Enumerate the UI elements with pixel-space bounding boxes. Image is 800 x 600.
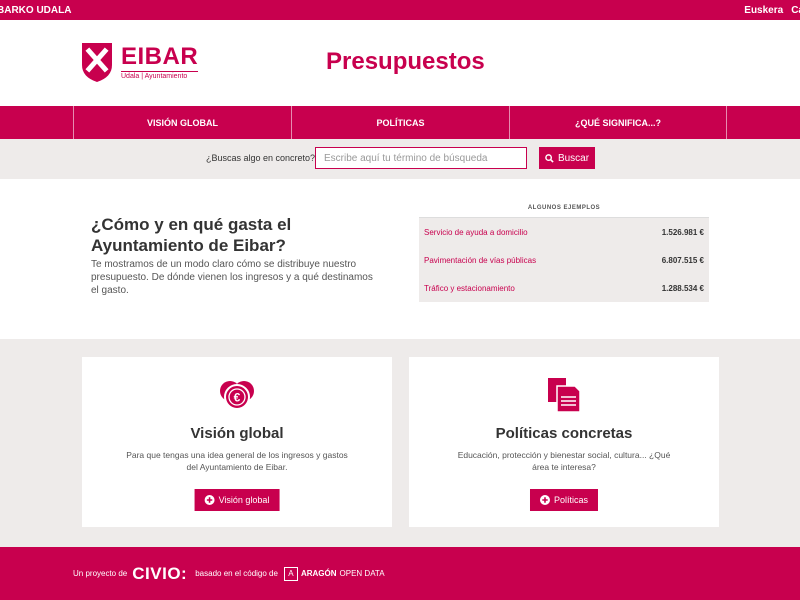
- example-amount: 1.526.981 €: [661, 227, 704, 237]
- aragon-open-data-sub: OPEN DATA: [339, 569, 385, 578]
- politicas-button-label: Políticas: [553, 495, 589, 505]
- intro-text: Te mostramos de un modo claro cómo se di…: [91, 259, 373, 296]
- example-name[interactable]: Tráfico y estacionamiento: [424, 284, 515, 293]
- vision-global-button-label: Visión global: [218, 495, 270, 505]
- nav-que-significa[interactable]: ¿QUÉ SIGNIFICA...?: [509, 106, 727, 139]
- footer-based-on: basado en el código de: [195, 569, 278, 578]
- card-politicas: Políticas concretas Educación, protecció…: [409, 357, 719, 527]
- cards-section: € Visión global Para que tengas una idea…: [0, 339, 800, 547]
- intro-section: ¿Cómo y en qué gasta el Ayuntamiento de …: [0, 179, 800, 339]
- page-title: Presupuestos: [326, 48, 485, 75]
- main-nav: VISIÓN GLOBAL POLÍTICAS ¿QUÉ SIGNIFICA..…: [0, 106, 800, 139]
- example-name[interactable]: Pavimentación de vías públicas: [424, 256, 536, 265]
- example-row[interactable]: Pavimentación de vías públicas 6.807.515…: [419, 246, 709, 274]
- nav-politicas[interactable]: POLÍTICAS: [291, 106, 509, 139]
- examples-table: ALGUNOS EJEMPLOS Servicio de ayuda a dom…: [419, 205, 709, 302]
- politicas-button[interactable]: Políticas: [529, 489, 599, 511]
- search-button[interactable]: Buscar: [539, 147, 595, 169]
- top-bar: BARKO UDALA Euskera Ca: [0, 0, 800, 20]
- example-row[interactable]: Servicio de ayuda a domicilio 1.526.981 …: [419, 218, 709, 246]
- svg-text:€: €: [234, 391, 241, 405]
- search-label: ¿Buscas algo en concreto?: [206, 153, 316, 163]
- search-icon: [545, 153, 554, 163]
- site-name[interactable]: BARKO UDALA: [0, 5, 71, 16]
- documents-icon: [548, 378, 581, 413]
- shield-logo-icon: [82, 43, 112, 82]
- eibar-logo[interactable]: EIBAR Udala | Ayuntamiento: [80, 41, 199, 83]
- search-button-label: Buscar: [557, 152, 590, 164]
- brand-subtitle: Udala | Ayuntamiento: [121, 70, 199, 80]
- card-description: Para que tengas una idea general de los …: [126, 450, 348, 472]
- example-amount: 1.288.534 €: [661, 283, 704, 293]
- plus-circle-icon: [539, 495, 550, 505]
- aragon-open-data-logo[interactable]: ARAGÓN: [301, 569, 337, 578]
- aragon-logo-icon[interactable]: A: [283, 566, 298, 581]
- search-bar: ¿Buscas algo en concreto? Buscar: [0, 139, 800, 179]
- card-vision-global: € Visión global Para que tengas una idea…: [82, 357, 392, 527]
- language-switcher: Euskera Ca: [744, 5, 800, 16]
- example-amount: 6.807.515 €: [661, 255, 704, 265]
- card-title: Políticas concretas: [495, 425, 633, 442]
- language-castellano[interactable]: Ca: [791, 5, 800, 16]
- plus-circle-icon: [204, 495, 215, 505]
- header: EIBAR Udala | Ayuntamiento Presupuestos: [0, 20, 800, 106]
- brand-name: EIBAR: [121, 42, 199, 70]
- footer: Un proyecto de CIVIO: basado en el códig…: [0, 547, 800, 600]
- nav-vision-global[interactable]: VISIÓN GLOBAL: [73, 106, 291, 139]
- example-row[interactable]: Tráfico y estacionamiento 1.288.534 €: [419, 274, 709, 302]
- vision-global-button[interactable]: Visión global: [194, 489, 280, 511]
- card-description: Educación, protección y bienestar social…: [457, 450, 671, 472]
- civio-logo[interactable]: CIVIO:: [132, 564, 187, 584]
- footer-project-of: Un proyecto de: [73, 569, 128, 578]
- intro-heading: ¿Cómo y en qué gasta el Ayuntamiento de …: [91, 215, 292, 255]
- language-euskera[interactable]: Euskera: [744, 5, 783, 16]
- coins-euro-icon: €: [220, 381, 254, 410]
- examples-header: ALGUNOS EJEMPLOS: [419, 205, 709, 218]
- search-input[interactable]: [315, 147, 527, 169]
- card-title: Visión global: [190, 425, 284, 442]
- example-name[interactable]: Servicio de ayuda a domicilio: [424, 228, 528, 237]
